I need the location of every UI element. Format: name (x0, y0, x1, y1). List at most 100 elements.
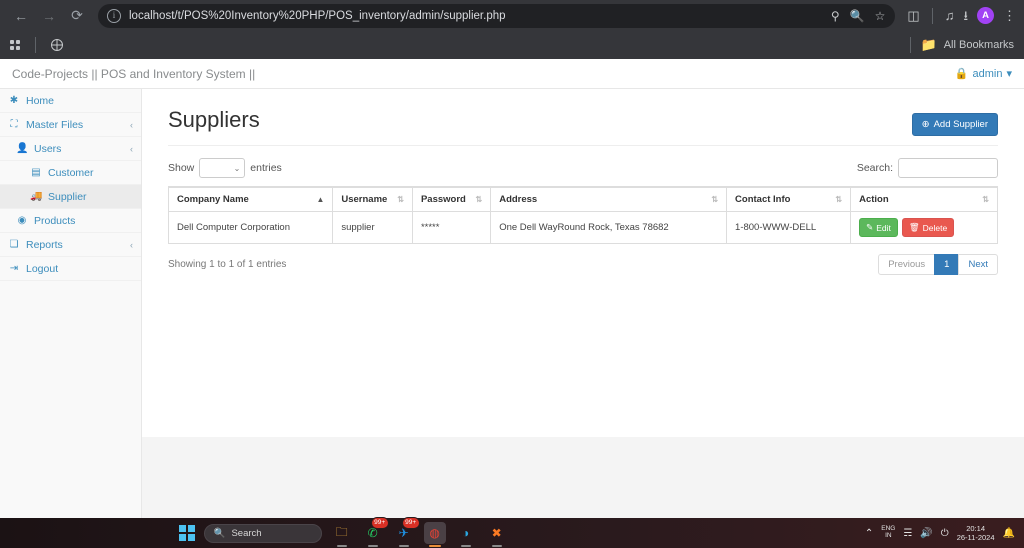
column-header-address[interactable]: Address ⇅ (490, 186, 728, 212)
toolbar-divider (931, 7, 933, 24)
pagination-next[interactable]: Next (958, 254, 998, 275)
chevron-down-icon: ⌄ (233, 163, 241, 173)
downloads-icon[interactable]: ⭳ (963, 9, 968, 22)
sort-neutral-icon: ⇅ (397, 194, 404, 204)
table-row: Dell Computer Corporation supplier ***** On… (167, 211, 998, 244)
windows-start-icon[interactable] (178, 525, 195, 541)
battery-icon[interactable]: ⏻ (941, 528, 949, 539)
pagination-previous[interactable]: Previous (878, 254, 936, 275)
column-header-password[interactable]: Password ⇅ (411, 186, 492, 212)
profile-avatar[interactable]: A (977, 7, 994, 24)
sidebar-item-master-files[interactable]: ⛶ Master Files ‹ (0, 113, 141, 137)
sidebar-item-label: Logout (26, 262, 59, 275)
entries-select[interactable]: ⌄ (199, 158, 246, 178)
notification-bell-icon[interactable]: 🔔 (1003, 528, 1015, 539)
chrome-icon[interactable]: ◍ (423, 522, 446, 547)
delete-button[interactable]: 🗑 Delete (901, 218, 955, 237)
bookmarks-right-divider (909, 37, 911, 53)
whatsapp-icon[interactable]: ✆ 99+ (362, 517, 389, 547)
entries-info: Showing 1 to 1 of 1 entries (168, 259, 287, 270)
suppliers-table: Company Name ▲ Username ⇅ Password ⇅ Address ⇅ C… (167, 186, 998, 244)
bookmark-star-icon[interactable]: ☆ (875, 10, 886, 22)
table-head: Company Name ▲ Username ⇅ Password ⇅ Address ⇅ C… (167, 186, 998, 212)
column-header-company-name[interactable]: Company Name ▲ (167, 186, 334, 212)
sidebar: ✱ Home ⛶ Master Files ‹ 👤 Users ‹ ▤ Customer 🚚 Supp… (0, 89, 142, 518)
taskbar-search[interactable]: 🔍 Search (203, 523, 322, 543)
system-tray: ⌃ ENG IN ☴ 🔊 ⏻ 20:14 26-11-2024 🔔 (865, 524, 1024, 542)
datatable-footer: Showing 1 to 1 of 1 entries Previous 1 N… (168, 254, 998, 275)
sidebar-item-label: Home (26, 94, 55, 107)
globe-icon[interactable] (51, 39, 63, 51)
admin-label: admin (972, 67, 1003, 80)
plus-circle-icon: ⊕ (921, 119, 930, 130)
table-header-row: Company Name ▲ Username ⇅ Password ⇅ Address ⇅ C… (167, 186, 998, 212)
search-label: Search: (856, 162, 893, 174)
sort-asc-icon: ▲ (316, 194, 325, 204)
search-icon: 🔍 (213, 527, 226, 539)
column-label: Contact Info (735, 194, 791, 205)
language-sub: IN (885, 532, 892, 539)
running-indicator (460, 545, 471, 547)
site-info-icon[interactable]: i (107, 8, 121, 23)
sidebar-item-reports[interactable]: ❏ Reports ‹ (0, 233, 141, 257)
media-control-icon[interactable]: ♫ (945, 9, 955, 22)
table-body: Dell Computer Corporation supplier ***** On… (167, 211, 998, 244)
xampp-icon-glyph: ✖ (491, 526, 502, 540)
chrome-menu-icon[interactable]: ⋮ (1003, 9, 1016, 22)
sidebar-item-products[interactable]: ◉ Products (0, 209, 141, 233)
reload-icon[interactable]: ⟳ (64, 3, 90, 29)
admin-menu[interactable]: 🔒 admin ▾ (955, 67, 1012, 81)
cell-password: ***** (411, 211, 492, 244)
sidebar-item-users[interactable]: 👤 Users ‹ (0, 137, 141, 161)
tray-chevron-icon[interactable]: ⌃ (865, 528, 873, 539)
sidebar-item-label: Products (34, 214, 76, 227)
cell-username: supplier (332, 211, 413, 244)
xampp-icon[interactable]: ✖ (486, 522, 508, 547)
extensions-icon[interactable]: ◫ (907, 9, 919, 22)
pagination-page-1[interactable]: 1 (934, 254, 960, 275)
clock[interactable]: 20:14 26-11-2024 (957, 524, 995, 542)
search-input[interactable] (898, 158, 998, 178)
messenger-icon[interactable]: ✈ 99+ (393, 517, 420, 547)
file-explorer-icon[interactable]: 🗀 (331, 522, 353, 547)
chevron-left-icon: ‹ (130, 143, 133, 154)
column-header-contact-info[interactable]: Contact Info ⇅ (726, 186, 852, 212)
key-icon[interactable]: ⚲ (831, 10, 840, 22)
page-title: Suppliers (168, 107, 260, 132)
back-icon[interactable]: ← (8, 3, 34, 29)
volume-icon[interactable]: 🔊 (920, 528, 932, 539)
sort-neutral-icon: ⇅ (711, 194, 719, 204)
sidebar-icon-5: ◉ (17, 215, 27, 226)
folder-icon: 📁 (920, 37, 937, 52)
sort-neutral-icon: ⇅ (475, 194, 483, 204)
column-label: Address (499, 194, 538, 205)
forward-icon[interactable]: → (36, 3, 62, 29)
sidebar-item-customer[interactable]: ▤ Customer (0, 161, 141, 185)
sidebar-item-logout[interactable]: ⇥ Logout (0, 257, 141, 281)
all-bookmarks-label[interactable]: All Bookmarks (944, 39, 1014, 51)
column-label: Username (341, 194, 388, 205)
column-header-action[interactable]: Action ⇅ (850, 186, 998, 212)
add-supplier-button[interactable]: ⊕ Add Supplier (911, 113, 998, 136)
edge-icon[interactable]: ◑ (455, 522, 477, 547)
chevron-down-icon: ▾ (1006, 68, 1012, 80)
zoom-search-icon[interactable]: 🔍 (850, 10, 865, 22)
sidebar-icon-2: 👤 (16, 143, 29, 154)
sidebar-item-home[interactable]: ✱ Home (0, 89, 141, 113)
address-bar[interactable]: i localhost/t/POS%20Inventory%20PHP/POS_… (98, 3, 896, 28)
language-indicator[interactable]: ENG IN (881, 525, 895, 540)
column-label: Password (420, 194, 466, 205)
edit-button[interactable]: ✎ Edit (859, 218, 898, 237)
content-card: Suppliers ⊕ Add Supplier Show ⌄ entries … (142, 89, 1024, 437)
taskbar-search-placeholder: Search (231, 527, 262, 539)
trash-icon: 🗑 (908, 222, 920, 232)
cell-address: One Dell WayRound Rock, Texas 78682 (490, 211, 728, 244)
sidebar-item-supplier[interactable]: 🚚 Supplier (0, 185, 141, 209)
apps-grid-icon[interactable] (10, 40, 20, 50)
column-header-username[interactable]: Username ⇅ (332, 186, 413, 212)
wifi-icon[interactable]: ☴ (903, 528, 912, 539)
badge-count: 99+ (401, 517, 420, 529)
bookmarks-bar: 📁 All Bookmarks (0, 31, 1024, 59)
sidebar-icon-1: ⛶ (10, 119, 18, 130)
page-viewport: Code-Projects || POS and Inventory Syste… (0, 59, 1024, 518)
